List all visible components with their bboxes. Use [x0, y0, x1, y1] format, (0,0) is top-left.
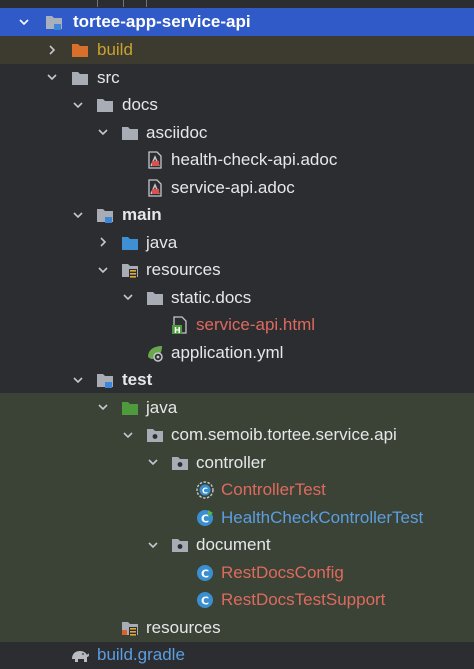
file-label-rest-docs-test-support: RestDocsTestSupport: [221, 590, 386, 609]
tree-row-test-java[interactable]: java: [0, 394, 474, 422]
tree-row-docs[interactable]: docs: [0, 91, 474, 119]
source-root-folder-icon: [120, 233, 140, 253]
module-folder-icon: [95, 205, 115, 225]
package-icon: [145, 425, 165, 445]
tree-row-build-gradle[interactable]: build.gradle: [0, 641, 474, 669]
file-label-controller-test: ControllerTest: [221, 480, 326, 499]
folder-icon: [120, 123, 140, 143]
html-file-icon: H: [170, 315, 190, 335]
chevron-down-icon[interactable]: [71, 366, 85, 393]
tree-row-health-check-adoc[interactable]: health-check-api.adoc: [0, 146, 474, 174]
tree-row-document[interactable]: document: [0, 531, 474, 559]
folder-label-test-resources: resources: [146, 617, 221, 637]
chevron-down-icon[interactable]: [146, 449, 160, 476]
tree-row-rest-docs-test-support[interactable]: C RestDocsTestSupport: [0, 586, 474, 614]
tree-row-package[interactable]: com.semoib.tortee.service.api: [0, 421, 474, 449]
module-folder-icon: [95, 370, 115, 390]
svg-text:C: C: [201, 567, 209, 580]
tree-row-rest-docs-config[interactable]: C RestDocsConfig: [0, 559, 474, 587]
chevron-right-icon[interactable]: [96, 229, 110, 256]
folder-label-build: build: [97, 40, 133, 59]
class-icon: C: [195, 590, 215, 610]
class-icon: C: [195, 563, 215, 583]
chevron-down-icon[interactable]: [96, 394, 110, 421]
tree-row-test-resources[interactable]: resources: [0, 614, 474, 642]
folder-label-test-java: java: [146, 397, 178, 417]
resources-folder-icon: [120, 260, 140, 280]
chevron-down-icon[interactable]: [45, 64, 59, 91]
file-label-service-api-adoc: service-api.adoc: [171, 177, 295, 197]
package-label: com.semoib.tortee.service.api: [171, 425, 397, 444]
svg-text:C: C: [202, 487, 208, 496]
asciidoc-file-icon: [145, 150, 165, 170]
abstract-class-icon: C: [195, 480, 215, 500]
tree-row-health-check-controller-test[interactable]: C HealthCheckControllerTest: [0, 504, 474, 532]
package-icon: [170, 453, 190, 473]
folder-label-main: main: [122, 205, 162, 224]
tree-row-static-docs[interactable]: static.docs: [0, 284, 474, 312]
folder-icon: [70, 68, 90, 88]
chevron-down-icon[interactable]: [96, 119, 110, 146]
tree-row-service-api-adoc[interactable]: service-api.adoc: [0, 174, 474, 202]
file-label-build-gradle: build.gradle: [97, 645, 185, 664]
file-label-health-check-controller-test: HealthCheckControllerTest: [221, 507, 424, 527]
svg-text:H: H: [174, 326, 181, 335]
file-label-application-yml: application.yml: [171, 342, 284, 362]
tree-row-resources[interactable]: resources: [0, 256, 474, 284]
chevron-right-icon[interactable]: [45, 36, 59, 63]
folder-icon: [145, 288, 165, 308]
chevron-down-icon[interactable]: [71, 91, 85, 118]
folder-label-docs: docs: [122, 95, 158, 114]
chevron-down-icon[interactable]: [146, 531, 160, 558]
chevron-down-icon[interactable]: [17, 8, 31, 35]
folder-icon: [95, 95, 115, 115]
tree-row-main[interactable]: main: [0, 201, 474, 229]
excluded-folder-icon: [70, 40, 90, 60]
folder-label-controller: controller: [196, 452, 266, 472]
tree-row-application-yml[interactable]: application.yml: [0, 339, 474, 367]
project-name: tortee-app-service-api: [73, 12, 251, 31]
file-label-health-check-adoc: health-check-api.adoc: [171, 150, 338, 169]
chevron-down-icon[interactable]: [121, 284, 135, 311]
folder-label-test: test: [122, 370, 153, 389]
spring-config-file-icon: [145, 343, 165, 363]
module-folder-icon: [44, 12, 64, 32]
folder-label-src: src: [97, 67, 120, 87]
tree-row-build[interactable]: build: [0, 36, 474, 64]
tree-row-project-root[interactable]: tortee-app-service-api: [0, 8, 474, 36]
folder-label-java: java: [146, 232, 178, 252]
chevron-down-icon[interactable]: [121, 421, 135, 448]
asciidoc-file-icon: [145, 178, 165, 198]
test-source-folder-icon: [120, 398, 140, 418]
file-label-rest-docs-config: RestDocsConfig: [221, 562, 344, 582]
tree-row-controller[interactable]: controller: [0, 449, 474, 477]
tree-row-test[interactable]: test: [0, 366, 474, 394]
tree-row-java[interactable]: java: [0, 229, 474, 257]
file-label-service-api-html: service-api.html: [196, 315, 316, 334]
tree-row-controller-test[interactable]: C ControllerTest: [0, 476, 474, 504]
package-icon: [170, 535, 190, 555]
scroll-top-strip: [0, 0, 474, 7]
svg-text:C: C: [201, 595, 209, 608]
gradle-elephant-icon: [70, 645, 90, 665]
tree-row-src[interactable]: src: [0, 64, 474, 92]
chevron-down-icon[interactable]: [71, 201, 85, 228]
test-class-icon: C: [195, 508, 215, 528]
project-tree: tortee-app-service-api build src docs as…: [0, 0, 474, 669]
tree-row-asciidoc[interactable]: asciidoc: [0, 119, 474, 147]
folder-label-document: document: [196, 535, 271, 554]
svg-text:C: C: [201, 512, 209, 525]
folder-label-asciidoc: asciidoc: [146, 122, 208, 142]
chevron-down-icon[interactable]: [96, 256, 110, 283]
folder-label-resources: resources: [146, 260, 221, 279]
folder-label-static-docs: static.docs: [171, 287, 252, 307]
test-resources-folder-icon: [120, 618, 140, 638]
tree-row-service-api-html[interactable]: H service-api.html: [0, 311, 474, 339]
